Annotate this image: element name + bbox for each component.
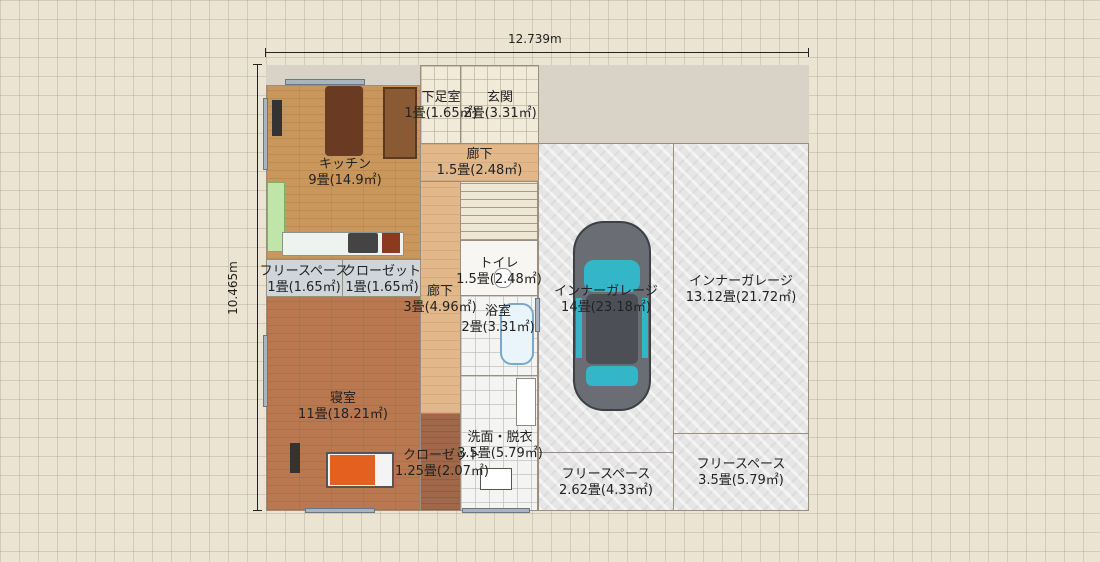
cabinet xyxy=(382,233,400,253)
free-space-a-label: フリースペース 2.62畳(4.33㎡) xyxy=(558,467,654,498)
tv-icon xyxy=(272,100,282,136)
bedroom-tv-icon xyxy=(290,443,300,473)
inner-garage-a-label: インナーガレージ 14畳(23.18㎡) xyxy=(554,284,658,315)
closet-lower-label: クローゼット 1.25畳(2.07㎡) xyxy=(394,448,490,479)
staircase[interactable] xyxy=(460,181,538,241)
entrance-label: 玄関 2畳(3.31㎡) xyxy=(463,90,537,121)
height-dimension-label: 10.465m xyxy=(225,261,240,315)
exterior-strip-right xyxy=(538,65,809,143)
window-bottom-bedroom xyxy=(305,508,375,513)
hallway-upper-label: 廊下 1.5畳(2.48㎡) xyxy=(436,147,523,178)
stove-icon xyxy=(348,233,378,253)
inner-garage-b-label: インナーガレージ 13.12畳(21.72㎡) xyxy=(685,274,797,305)
car-icon xyxy=(573,221,651,411)
window-left-bedroom xyxy=(263,335,268,407)
width-dimension-label: 12.739m xyxy=(508,32,562,46)
width-dimension-tick-left xyxy=(265,48,266,57)
sink-icon xyxy=(516,378,536,426)
bed-cover xyxy=(330,455,375,485)
width-dimension-line xyxy=(265,52,809,53)
window-bottom-wash xyxy=(462,508,530,513)
free-space-b-label: フリースペース 3.5畳(5.79㎡) xyxy=(696,457,786,488)
dining-table-icon xyxy=(325,86,363,156)
bathroom-label: 浴室 2畳(3.31㎡) xyxy=(461,304,535,335)
width-dimension-tick-right xyxy=(808,48,809,57)
height-dimension-tick-bottom xyxy=(253,510,262,511)
bedroom-label: 寝室 11畳(18.21㎡) xyxy=(298,391,388,422)
height-dimension-tick-top xyxy=(253,64,262,65)
car-rear-window xyxy=(586,366,638,386)
window-top xyxy=(285,79,365,85)
window-left-kitchen xyxy=(263,98,268,170)
kitchen-label: キッチン 9畳(14.9㎡) xyxy=(308,157,382,188)
